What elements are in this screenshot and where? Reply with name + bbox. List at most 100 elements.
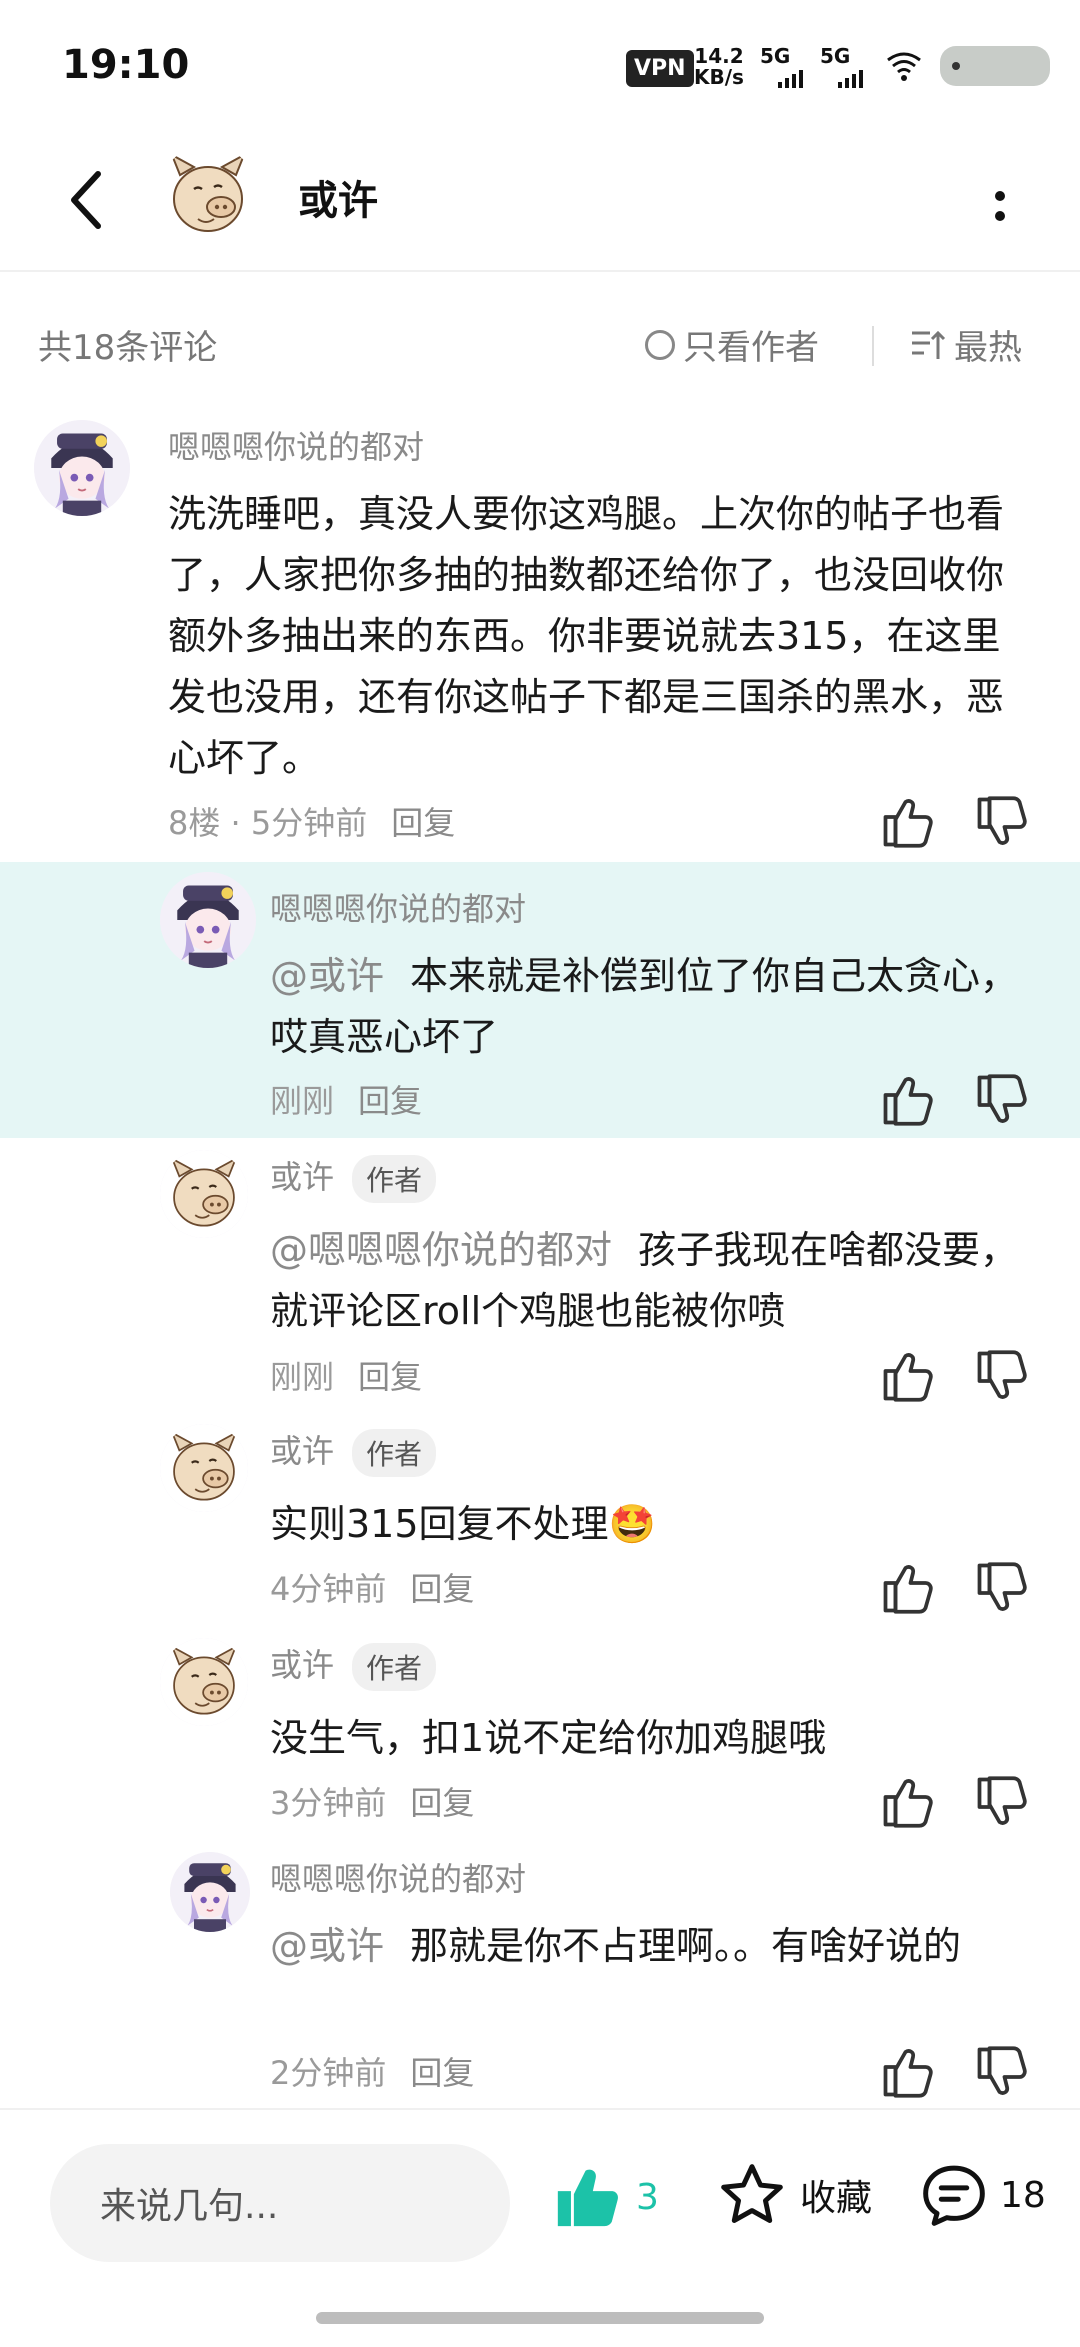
author-tag: 作者 xyxy=(352,1429,437,1477)
net-label: 5G xyxy=(760,44,791,68)
bottom-action-bar: 来说几句... 3 收藏 18 xyxy=(0,2108,1080,2347)
dislike-icon[interactable] xyxy=(972,792,1032,852)
comment-author[interactable]: 或许 作者 xyxy=(270,1426,437,1477)
thumbs-up-filled-icon xyxy=(557,2169,619,2227)
dislike-icon[interactable] xyxy=(972,2042,1032,2102)
comment-body: @或许 那就是你不占理啊。。有啥好说的 xyxy=(270,1916,1030,1977)
sort-icon xyxy=(912,330,946,359)
avatar[interactable] xyxy=(160,872,256,968)
like-icon[interactable] xyxy=(878,2042,938,2102)
status-bar: 19:10 VPN 14.2 KB/s 5G 5G xyxy=(0,0,1080,130)
signal-5g-1: 5G xyxy=(760,44,803,88)
like-icon[interactable] xyxy=(878,1558,938,1618)
dislike-icon[interactable] xyxy=(972,1558,1032,1618)
divider xyxy=(872,326,874,366)
comment-item: 嗯嗯嗯你说的都对 洗洗睡吧，真没人要你这鸡腿。上次你的帖子也看了，人家把你多抽的… xyxy=(0,420,1080,860)
comment-time: 8楼 · 5分钟前 xyxy=(168,804,368,842)
comment-count: 共18条评论 xyxy=(38,328,218,368)
speed-value: 14.2 xyxy=(694,44,744,68)
signal-bars-icon xyxy=(838,70,863,88)
reply-item-highlighted: 嗯嗯嗯你说的都对 @或许 本来就是补偿到位了你自己太贪心，哎真恶心坏了 刚刚 回复 xyxy=(0,862,1080,1138)
comment-body: @嗯嗯嗯你说的都对 孩子我现在啥都没要，就评论区roll个鸡腿也能被你喷 xyxy=(270,1220,1030,1342)
like-post-button[interactable]: 3 xyxy=(550,2162,659,2232)
reply-button[interactable]: 回复 xyxy=(391,804,455,842)
reply-button[interactable]: 回复 xyxy=(410,1784,474,1822)
favorite-label: 收藏 xyxy=(800,2178,873,2219)
only-author-toggle[interactable]: 只看作者 xyxy=(645,320,819,369)
back-icon[interactable] xyxy=(56,160,116,240)
comment-time: 4分钟前 xyxy=(270,1570,387,1608)
vpn-badge: VPN xyxy=(626,50,694,87)
comment-author[interactable]: 嗯嗯嗯你说的都对 xyxy=(270,1854,526,1900)
comment-meta: 刚刚 回复 xyxy=(270,1352,422,1398)
avatar[interactable] xyxy=(34,420,130,516)
author-name: 或许 xyxy=(270,1432,335,1470)
only-author-label: 只看作者 xyxy=(683,328,819,368)
net-label: 5G xyxy=(820,44,851,68)
speed-unit: KB/s xyxy=(694,65,744,89)
status-time: 19:10 xyxy=(62,42,190,88)
top-bar: 或许 xyxy=(0,130,1080,272)
author-tag: 作者 xyxy=(352,1643,437,1691)
reply-button[interactable]: 回复 xyxy=(410,2054,474,2092)
dislike-icon[interactable] xyxy=(972,1346,1032,1406)
battery-icon xyxy=(940,46,1050,86)
like-icon[interactable] xyxy=(878,792,938,852)
dislike-icon[interactable] xyxy=(972,1772,1032,1832)
comment-text: 那就是你不占理啊。。有啥好说的 xyxy=(410,1924,962,1968)
wifi-icon xyxy=(887,52,921,81)
reply-button[interactable]: 回复 xyxy=(358,1358,422,1396)
mention[interactable]: @或许 xyxy=(270,1924,384,1968)
reply-button[interactable]: 回复 xyxy=(358,1082,422,1120)
comment-author[interactable]: 或许 作者 xyxy=(270,1152,437,1203)
author-name: 或许 xyxy=(270,1646,335,1684)
dislike-icon[interactable] xyxy=(972,1070,1032,1130)
reply-item: 或许 作者 没生气，扣1说不定给你加鸡腿哦 3分钟前 回复 xyxy=(0,1638,1080,1838)
comment-meta: 4分钟前 回复 xyxy=(270,1564,474,1610)
sort-label: 最热 xyxy=(954,328,1022,368)
comment-text: 洗洗睡吧，真没人要你这鸡腿。上次你的帖子也看了，人家把你多抽的抽数都还给你了，也… xyxy=(168,492,1005,780)
comment-time: 2分钟前 xyxy=(270,2054,387,2092)
signal-bars-icon xyxy=(778,70,803,88)
favorite-button[interactable]: 收藏 xyxy=(718,2162,872,2228)
avatar[interactable] xyxy=(160,1424,248,1512)
reply-item: 嗯嗯嗯你说的都对 @或许 那就是你不占理啊。。有啥好说的 2分钟前 回复 xyxy=(0,1852,1080,2102)
avatar[interactable] xyxy=(170,1852,250,1932)
radio-icon xyxy=(645,329,675,360)
comment-input[interactable]: 来说几句... xyxy=(50,2144,510,2262)
comment-meta: 3分钟前 回复 xyxy=(270,1778,474,1824)
comment-body: @或许 本来就是补偿到位了你自己太贪心，哎真恶心坏了 xyxy=(270,946,1030,1068)
author-avatar[interactable] xyxy=(158,145,258,245)
comment-meta: 2分钟前 回复 xyxy=(270,2048,474,2094)
like-icon[interactable] xyxy=(878,1772,938,1832)
comment-author[interactable]: 或许 作者 xyxy=(270,1640,437,1691)
more-options-icon[interactable] xyxy=(984,176,1016,236)
avatar[interactable] xyxy=(160,1638,248,1726)
reply-button[interactable]: 回复 xyxy=(410,1570,474,1608)
comment-author[interactable]: 嗯嗯嗯你说的都对 xyxy=(270,884,526,930)
comment-text: 实则315回复不处理🤩 xyxy=(270,1502,656,1546)
comment-meta: 8楼 · 5分钟前 回复 xyxy=(168,798,455,844)
comment-meta: 刚刚 回复 xyxy=(270,1076,422,1122)
comment-time: 3分钟前 xyxy=(270,1784,387,1822)
comment-bubble-icon xyxy=(923,2165,985,2226)
page-title: 或许 xyxy=(298,178,378,224)
star-icon xyxy=(721,2164,783,2223)
comment-author[interactable]: 嗯嗯嗯你说的都对 xyxy=(168,422,424,468)
home-indicator[interactable] xyxy=(316,2312,764,2324)
comment-filter-row: 共18条评论 只看作者 最热 xyxy=(0,310,1080,376)
sort-button[interactable]: 最热 xyxy=(910,320,1022,369)
signal-5g-2: 5G xyxy=(820,44,863,88)
mention[interactable]: @或许 xyxy=(270,954,384,998)
like-icon[interactable] xyxy=(878,1346,938,1406)
comment-time: 刚刚 xyxy=(270,1082,335,1120)
comment-text: 没生气，扣1说不定给你加鸡腿哦 xyxy=(270,1716,827,1760)
reply-item: 或许 作者 @嗯嗯嗯你说的都对 孩子我现在啥都没要，就评论区roll个鸡腿也能被你喷… xyxy=(0,1150,1080,1410)
reply-item: 或许 作者 实则315回复不处理🤩 4分钟前 回复 xyxy=(0,1424,1080,1624)
like-icon[interactable] xyxy=(878,1070,938,1130)
avatar[interactable] xyxy=(160,1150,248,1238)
comment-time: 刚刚 xyxy=(270,1358,335,1396)
network-speed: 14.2 KB/s xyxy=(694,46,744,88)
mention[interactable]: @嗯嗯嗯你说的都对 xyxy=(270,1228,612,1272)
comments-button[interactable]: 18 xyxy=(920,2162,1046,2228)
